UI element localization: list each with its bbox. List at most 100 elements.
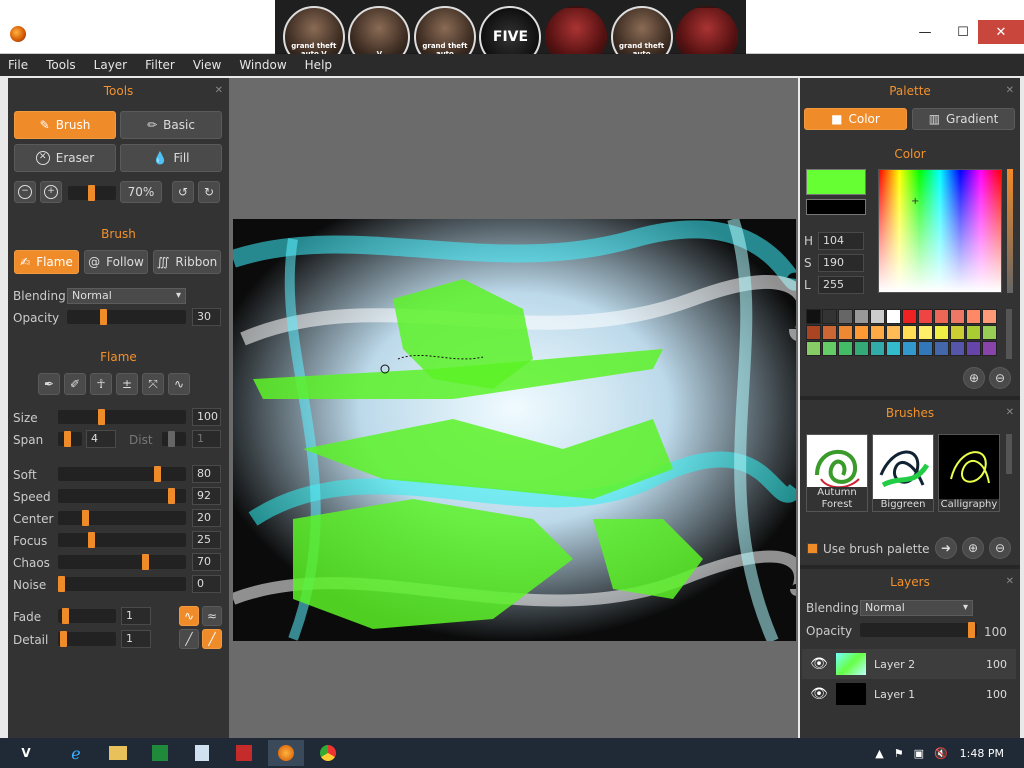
- flame-painter-taskbar-icon[interactable]: [268, 740, 304, 766]
- zoom-out-button[interactable]: −: [14, 181, 36, 203]
- color-swatch[interactable]: [822, 341, 837, 356]
- size-slider-knob[interactable]: [98, 409, 105, 425]
- color-swatch[interactable]: [918, 325, 933, 340]
- flame-brush-button[interactable]: ✍ Flame: [14, 250, 79, 274]
- remove-swatch-button[interactable]: ⊖: [989, 367, 1011, 389]
- eraser-tool-button[interactable]: ✕ Eraser: [14, 144, 116, 172]
- notepad-icon[interactable]: [184, 740, 220, 766]
- color-swatch[interactable]: [966, 309, 981, 324]
- fade-mode-1[interactable]: ∿: [179, 606, 199, 626]
- secondary-color-swatch[interactable]: [806, 199, 866, 215]
- brushes-scrollbar[interactable]: [1006, 434, 1012, 474]
- fade-mode-2[interactable]: ≈: [202, 606, 222, 626]
- minimize-button[interactable]: —: [908, 20, 942, 44]
- color-swatch[interactable]: [870, 325, 885, 340]
- color-swatch[interactable]: [870, 341, 885, 356]
- zoom-in-button[interactable]: +: [40, 181, 62, 203]
- menu-file[interactable]: File: [8, 58, 28, 72]
- flame-param-value[interactable]: 0: [192, 575, 221, 593]
- layer-row[interactable]: 👁 Layer 2 100: [802, 649, 1016, 679]
- flame-param-slider[interactable]: [58, 488, 186, 504]
- color-swatch[interactable]: [854, 341, 869, 356]
- detail-slider-knob[interactable]: [60, 631, 67, 647]
- color-swatch[interactable]: [950, 309, 965, 324]
- rotate-ccw-button[interactable]: ↺: [172, 181, 194, 203]
- internet-explorer-icon[interactable]: ℯ: [58, 740, 94, 766]
- color-swatch[interactable]: [966, 325, 981, 340]
- flame-preset-5[interactable]: ⤧: [142, 373, 164, 395]
- basic-tool-button[interactable]: ✏ Basic: [120, 111, 222, 139]
- color-swatch[interactable]: [838, 341, 853, 356]
- detail-value[interactable]: 1: [121, 630, 151, 648]
- flame-param-knob[interactable]: [82, 510, 89, 526]
- lightness-value[interactable]: 255: [818, 276, 864, 294]
- color-swatch[interactable]: [886, 309, 901, 324]
- add-brush-button[interactable]: ⊕: [962, 537, 984, 559]
- color-swatch[interactable]: [934, 325, 949, 340]
- swatch-scrollbar[interactable]: [1006, 309, 1012, 359]
- flame-preset-3[interactable]: ☥: [90, 373, 112, 395]
- clock[interactable]: 1:48 PM: [960, 747, 1004, 760]
- color-swatch[interactable]: [838, 325, 853, 340]
- lightness-bar[interactable]: [1007, 169, 1013, 293]
- dist-value[interactable]: 1: [192, 430, 221, 448]
- color-swatch[interactable]: [886, 325, 901, 340]
- dist-slider-knob[interactable]: [168, 431, 175, 447]
- flame-param-knob[interactable]: [88, 532, 95, 548]
- close-icon[interactable]: ✕: [215, 80, 223, 102]
- flame-param-value[interactable]: 70: [192, 553, 221, 571]
- start-button[interactable]: V: [0, 738, 52, 768]
- color-swatch[interactable]: [854, 325, 869, 340]
- span-slider[interactable]: [58, 431, 82, 447]
- flame-param-slider[interactable]: [58, 554, 186, 570]
- color-swatch[interactable]: [902, 309, 917, 324]
- color-swatch[interactable]: [902, 325, 917, 340]
- color-swatch[interactable]: [982, 325, 997, 340]
- span-value[interactable]: 4: [86, 430, 116, 448]
- layer-row[interactable]: 👁 Layer 1 100: [802, 679, 1016, 709]
- color-swatch[interactable]: [934, 341, 949, 356]
- color-swatch[interactable]: [822, 309, 837, 324]
- close-icon[interactable]: ✕: [1006, 80, 1014, 102]
- fill-tool-button[interactable]: 💧 Fill: [120, 144, 222, 172]
- brush-tool-button[interactable]: ✎ Brush: [14, 111, 116, 139]
- excel-icon[interactable]: [142, 740, 178, 766]
- zoom-slider[interactable]: [68, 185, 116, 201]
- color-swatch[interactable]: [870, 309, 885, 324]
- color-swatch[interactable]: [982, 309, 997, 324]
- apply-brush-button[interactable]: ➜: [935, 537, 957, 559]
- flame-param-slider[interactable]: [58, 466, 186, 482]
- ribbon-brush-button[interactable]: ∭ Ribbon: [153, 250, 221, 274]
- gradient-tab[interactable]: ▥ Gradient: [912, 108, 1015, 130]
- flame-param-knob[interactable]: [154, 466, 161, 482]
- brush-preset-calligraphy[interactable]: Calligraphy: [938, 434, 1000, 512]
- color-picker-field[interactable]: +: [878, 169, 1002, 293]
- opacity-value[interactable]: 30: [192, 308, 221, 326]
- color-swatch[interactable]: [918, 341, 933, 356]
- flame-param-knob[interactable]: [168, 488, 175, 504]
- layers-opacity-slider[interactable]: [860, 622, 977, 638]
- maximize-button[interactable]: ☐: [946, 20, 980, 44]
- color-swatch[interactable]: [982, 341, 997, 356]
- use-brush-palette-checkbox[interactable]: [807, 543, 818, 554]
- flame-param-slider[interactable]: [58, 532, 186, 548]
- color-swatch[interactable]: [822, 325, 837, 340]
- hue-value[interactable]: 104: [818, 232, 864, 250]
- menu-layer[interactable]: Layer: [94, 58, 127, 72]
- saturation-value[interactable]: 190: [818, 254, 864, 272]
- flame-param-value[interactable]: 80: [192, 465, 221, 483]
- flame-preset-4[interactable]: ±: [116, 373, 138, 395]
- size-slider[interactable]: [58, 409, 186, 425]
- color-tab[interactable]: ■ Color: [804, 108, 907, 130]
- opacity-slider[interactable]: [67, 309, 186, 325]
- rotate-cw-button[interactable]: ↻: [198, 181, 220, 203]
- tray-arrow-icon[interactable]: ▲: [875, 747, 883, 760]
- detail-slider[interactable]: [58, 631, 116, 647]
- file-explorer-icon[interactable]: [100, 740, 136, 766]
- close-icon[interactable]: ✕: [1006, 571, 1014, 593]
- color-swatch[interactable]: [902, 341, 917, 356]
- flag-icon[interactable]: ⚑: [894, 747, 904, 760]
- follow-brush-button[interactable]: @ Follow: [84, 250, 148, 274]
- flame-param-value[interactable]: 20: [192, 509, 221, 527]
- opacity-slider-knob[interactable]: [100, 309, 107, 325]
